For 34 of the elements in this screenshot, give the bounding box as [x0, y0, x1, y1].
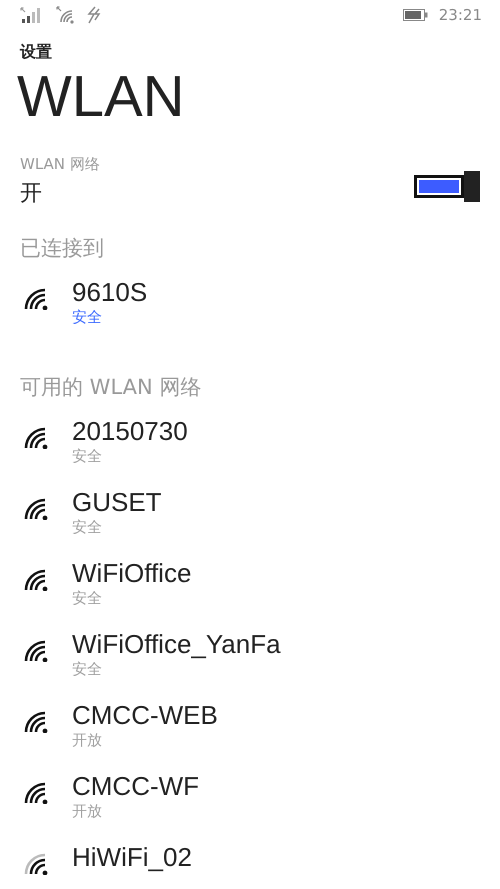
network-item[interactable]: WiFiOffice_YanFa 安全 [20, 628, 480, 699]
network-name: GUSET [72, 486, 162, 518]
section-heading: 可用的 WLAN 网络 [20, 374, 202, 401]
network-name: CMCC-WF [72, 770, 200, 802]
wifi-icon [56, 6, 76, 24]
network-name: WiFiOffice_YanFa [72, 628, 281, 660]
security-type: 开放 [72, 731, 103, 750]
security-type: 安全 [72, 447, 103, 466]
wlan-toggle-switch[interactable] [414, 171, 480, 202]
network-name: 9610S [72, 276, 148, 308]
app-name: 设置 [20, 42, 53, 63]
network-name: CMCC-WEB [72, 699, 218, 731]
battery-icon [402, 9, 429, 21]
security-type: 安全 [72, 660, 103, 679]
section-heading: 已连接到 [20, 235, 105, 262]
network-item[interactable]: HiWiFi_02 [20, 841, 480, 889]
network-item[interactable]: 9610S 安全 [20, 276, 480, 347]
network-item[interactable]: CMCC-WF 开放 [20, 770, 480, 841]
page-title: WLAN [17, 65, 186, 129]
data-sync-icon [86, 6, 102, 24]
network-item[interactable]: GUSET 安全 [20, 486, 480, 557]
network-item[interactable]: CMCC-WEB 开放 [20, 699, 480, 770]
security-type: 安全 [72, 589, 103, 608]
network-item[interactable]: 20150730 安全 [20, 415, 480, 486]
security-type: 安全 [72, 308, 103, 327]
network-name: WiFiOffice [72, 557, 192, 589]
toggle-state-text: 开 [20, 180, 43, 208]
network-name: 20150730 [72, 415, 188, 447]
network-item[interactable]: WiFiOffice 安全 [20, 557, 480, 628]
security-type: 安全 [72, 518, 103, 537]
toggle-label: WLAN 网络 [20, 155, 100, 174]
network-name: HiWiFi_02 [72, 841, 192, 873]
security-type: 开放 [72, 802, 103, 821]
clock-time: 23:21 [438, 6, 482, 24]
